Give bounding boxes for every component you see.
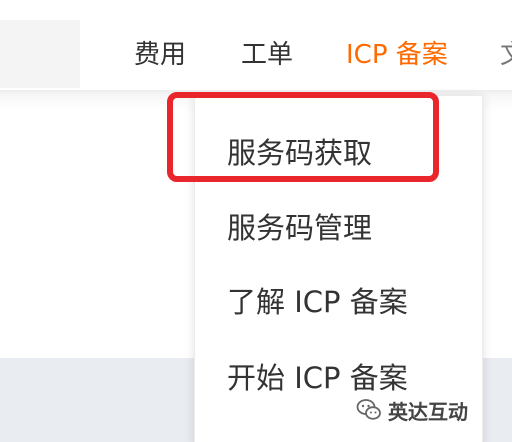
page: 费用 工单 ICP 备案 文 服务码获取 服务码管理 了解 ICP 备案 开始 … — [0, 0, 512, 442]
logo-area — [0, 20, 80, 88]
menu-item-get-service-code[interactable]: 服务码获取 — [227, 133, 372, 173]
menu-item-manage-service-code[interactable]: 服务码管理 — [227, 208, 372, 248]
menu-item-learn-icp-filing[interactable]: 了解 ICP 备案 — [227, 282, 408, 322]
wechat-icon — [356, 399, 381, 420]
nav-fees[interactable]: 费用 — [134, 36, 186, 74]
watermark-text: 英达互动 — [388, 399, 468, 424]
nav-icp-filing[interactable]: ICP 备案 — [346, 36, 448, 74]
icp-filing-dropdown-menu: 服务码获取 服务码管理 了解 ICP 备案 开始 ICP 备案 — [194, 95, 483, 442]
nav-next-item-cropped[interactable]: 文 — [500, 36, 512, 74]
top-navigation-bar: 费用 工单 ICP 备案 文 — [0, 0, 512, 90]
nav-tickets[interactable]: 工单 — [241, 36, 293, 74]
watermark: 英达互动 — [356, 392, 468, 428]
